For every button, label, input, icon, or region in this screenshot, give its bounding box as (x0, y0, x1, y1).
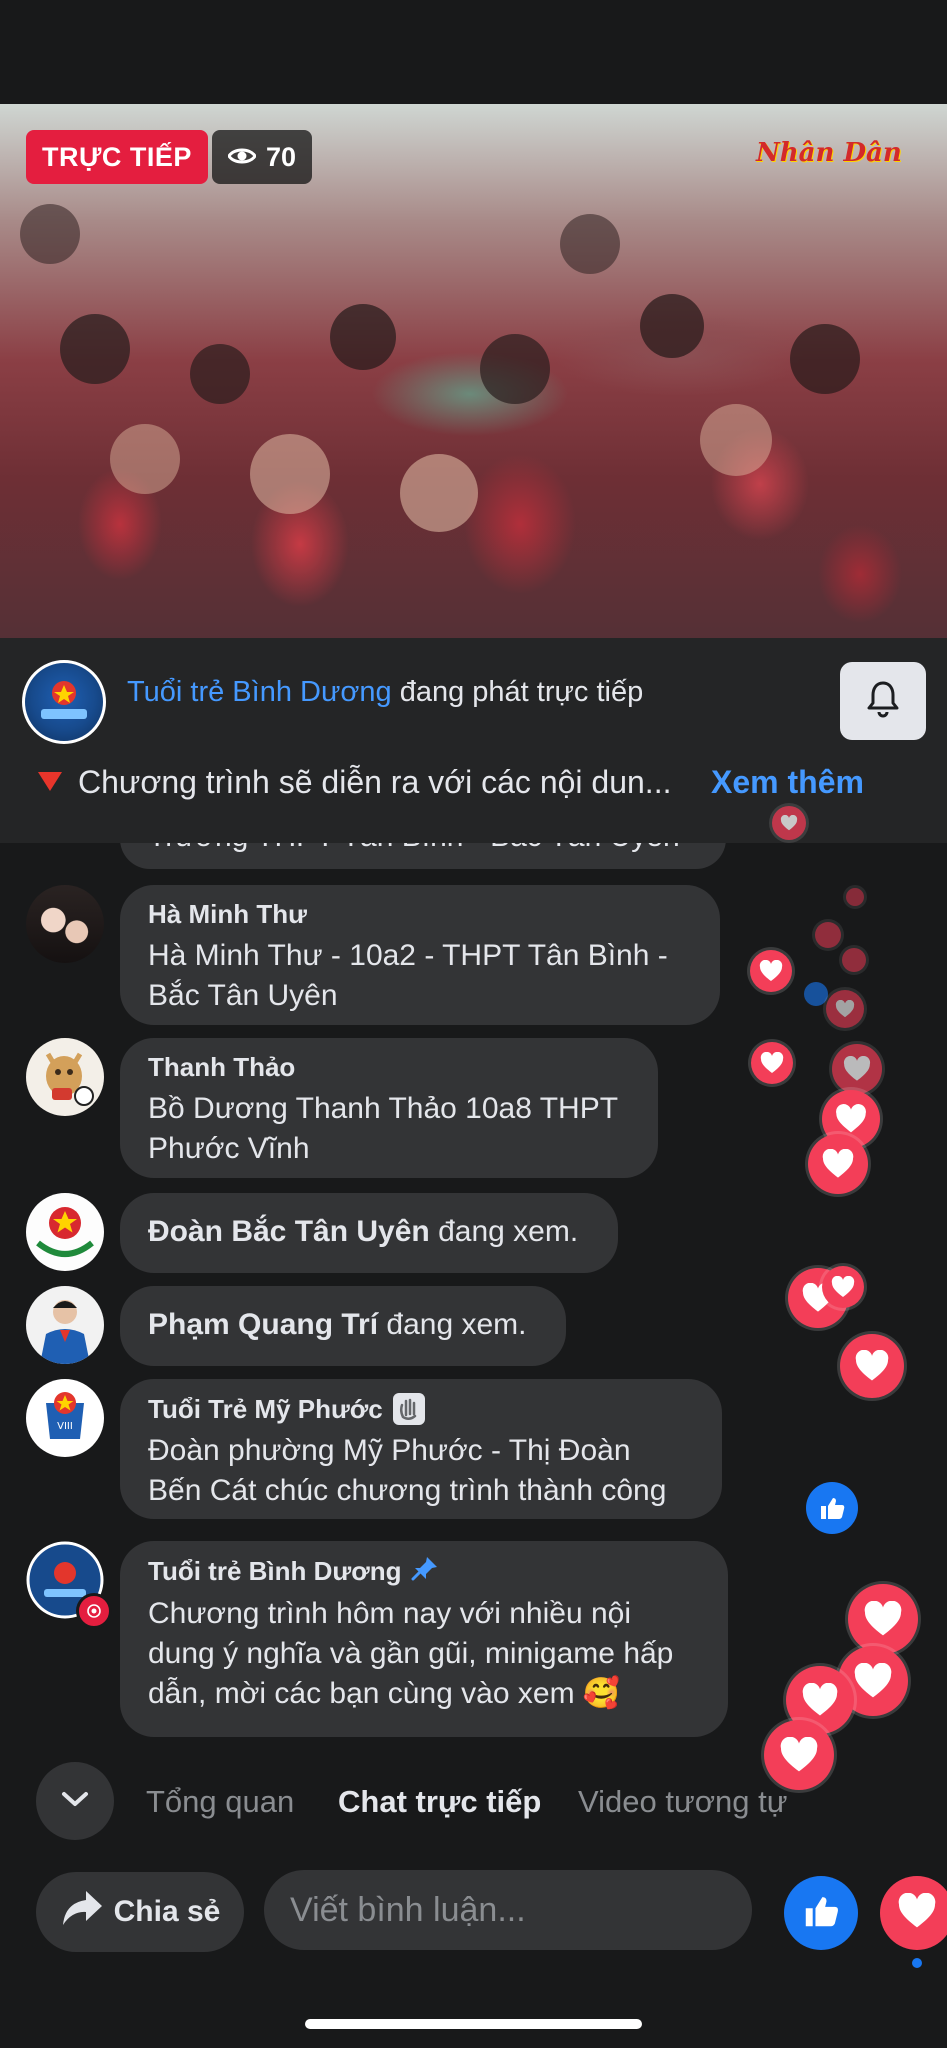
share-arrow-icon (60, 1889, 104, 1935)
status-bar (0, 0, 947, 104)
chat-message-partial: Trường THPT Tân Bình - Bắc Tân Uyên (120, 843, 726, 869)
waving-hand-icon (392, 1393, 425, 1425)
live-video-player[interactable] (0, 104, 947, 638)
avatar[interactable] (26, 1286, 104, 1364)
heart-reaction-icon (846, 888, 864, 906)
share-button[interactable]: Chia sẻ (36, 1872, 244, 1952)
viewer-name[interactable]: Phạm Quang Trí (148, 1308, 378, 1341)
message-author[interactable]: Tuổi Trẻ Mỹ Phước (148, 1393, 694, 1425)
watching-status: đang xem. (386, 1308, 527, 1341)
message-author[interactable]: Tuổi trẻ Bình Dương (148, 1555, 700, 1588)
message-text: Hà Minh Thư - 10a2 - THPT Tân Bình - Bắc… (148, 939, 668, 1012)
chat-message-pinned[interactable]: Tuổi trẻ Bình Dương Chương trình hôm nay… (120, 1541, 728, 1737)
message-author[interactable]: Thanh Thảo (148, 1052, 630, 1083)
heart-reaction-icon (842, 948, 866, 972)
message-text: Đoàn phường Mỹ Phước - Thị Đoàn Bến Cát … (148, 1434, 667, 1507)
viewer-count-badge: 70 (212, 130, 313, 184)
tab-overview[interactable]: Tổng quan (146, 1784, 294, 1820)
chat-message[interactable]: Hà Minh Thư Hà Minh Thư - 10a2 - THPT Tâ… (120, 885, 720, 1025)
thumbs-up-icon (801, 1893, 841, 1934)
comment-input[interactable] (264, 1870, 752, 1950)
tab-live-chat[interactable]: Chat trực tiếp (338, 1784, 541, 1820)
reaction-indicator-dot (912, 1958, 922, 1968)
viewer-name[interactable]: Đoàn Bắc Tân Uyên (148, 1215, 430, 1248)
chat-message[interactable]: Thanh Thảo Bồ Dương Thanh Thảo 10a8 THPT… (120, 1038, 658, 1178)
heart-reaction-icon (826, 990, 864, 1028)
chevron-down-icon (60, 1789, 90, 1814)
collapse-button[interactable] (36, 1762, 114, 1840)
broadcaster-watermark: Nhân Dân (756, 138, 902, 168)
channel-avatar[interactable] (22, 660, 106, 744)
see-more-link[interactable]: Xem thêm (711, 764, 864, 801)
watching-notice: Đoàn Bắc Tân Uyên đang xem. (120, 1193, 618, 1273)
avatar[interactable] (26, 885, 104, 963)
heart-reaction-icon (840, 1334, 904, 1398)
watching-status: đang xem. (438, 1215, 579, 1248)
viewer-count: 70 (266, 142, 297, 172)
watching-notice: Phạm Quang Trí đang xem. (120, 1286, 566, 1366)
channel-status-line: Tuổi trẻ Bình Dương đang phát trực tiếp (127, 676, 643, 709)
message-text: Chương trình hôm nay với nhiều nội dung … (148, 1597, 674, 1710)
avatar[interactable] (26, 1541, 112, 1629)
heart-reaction-icon (832, 1044, 882, 1094)
notification-bell-button[interactable] (840, 662, 926, 740)
love-reaction-button[interactable] (880, 1876, 947, 1950)
heart-reaction-icon (750, 950, 792, 992)
heart-reaction-icon (815, 922, 841, 948)
like-reaction-icon (806, 1482, 858, 1534)
bell-icon (866, 680, 900, 723)
description-text: Chương trình sẽ diễn ra với các nội dun.… (78, 764, 672, 800)
eye-icon (227, 130, 257, 184)
channel-name-link[interactable]: Tuổi trẻ Bình Dương (127, 676, 392, 708)
stream-description: Chương trình sẽ diễn ra với các nội dun.… (36, 764, 698, 801)
share-label: Chia sẻ (113, 1895, 221, 1928)
heart-reaction-icon (751, 1042, 793, 1084)
heart-reaction-icon (822, 1266, 864, 1308)
home-indicator[interactable] (305, 2019, 642, 2029)
heart-reaction-icon (848, 1584, 918, 1654)
chat-message[interactable]: Tuổi Trẻ Mỹ Phước Đoàn phường Mỹ Phước -… (120, 1379, 722, 1519)
heart-reaction-icon (764, 1720, 834, 1790)
red-triangle-icon (36, 764, 64, 801)
live-indicator-icon (76, 1593, 112, 1629)
message-author[interactable]: Hà Minh Thư (148, 899, 692, 930)
avatar[interactable]: VIII (26, 1379, 104, 1457)
avatar[interactable] (26, 1038, 104, 1116)
heart-icon (897, 1892, 937, 1934)
like-reaction-button[interactable] (784, 1876, 858, 1950)
tab-similar-videos[interactable]: Video tương tự (578, 1784, 796, 1820)
pin-icon (411, 1555, 439, 1588)
live-badge: TRỰC TIẾP (26, 130, 208, 184)
message-text: Bồ Dương Thanh Thảo 10a8 THPT Phước Vĩnh (148, 1092, 619, 1165)
heart-reaction-icon (772, 806, 806, 840)
message-text: Trường THPT Tân Bình - Bắc Tân Uyên (148, 843, 698, 857)
channel-info-bar (0, 638, 947, 843)
svg-text:VIII: VIII (57, 1421, 73, 1432)
avatar[interactable] (26, 1193, 104, 1271)
like-reaction-icon (804, 982, 828, 1006)
heart-reaction-icon (808, 1134, 868, 1194)
channel-status: đang phát trực tiếp (399, 676, 644, 708)
